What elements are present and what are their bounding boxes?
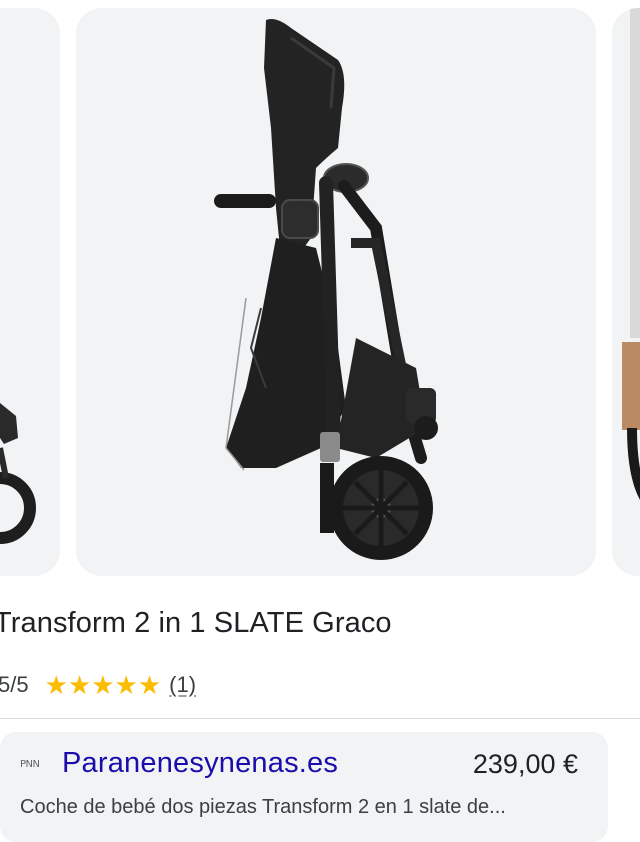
- merchant-name-link[interactable]: Paranenesynenas.es: [62, 747, 338, 780]
- review-count-link[interactable]: (1): [169, 672, 196, 698]
- carousel-image-previous[interactable]: [0, 8, 60, 576]
- stroller-folded-image: [214, 19, 438, 560]
- rating-score: 5/5: [0, 672, 29, 697]
- divider: [0, 718, 640, 719]
- product-title: Transform 2 in 1 SLATE Graco: [0, 607, 392, 639]
- star-icon: ★: [137, 670, 162, 700]
- stroller-image-partial: [0, 403, 36, 544]
- rating-row: 5/5 ★ ★ ★ ★ ★ (1): [0, 668, 196, 702]
- carousel-image-main[interactable]: [76, 8, 596, 576]
- offer-card[interactable]: PNN Paranenesynenas.es 239,00 € Coche de…: [0, 732, 608, 842]
- offer-price: 239,00 €: [472, 749, 578, 779]
- star-rating: ★ ★ ★ ★ ★: [45, 672, 162, 698]
- stroller-image-partial: [622, 8, 640, 500]
- merchant-logo: PNN: [20, 759, 40, 770]
- image-carousel[interactable]: [0, 0, 640, 592]
- star-icon: ★: [67, 670, 92, 700]
- carousel-image-next[interactable]: [612, 8, 640, 576]
- star-icon: ★: [114, 670, 138, 700]
- star-icon: ★: [44, 670, 68, 700]
- star-icon: ★: [91, 670, 115, 700]
- offer-description: Coche de bebé dos piezas Transform 2 en …: [20, 796, 506, 818]
